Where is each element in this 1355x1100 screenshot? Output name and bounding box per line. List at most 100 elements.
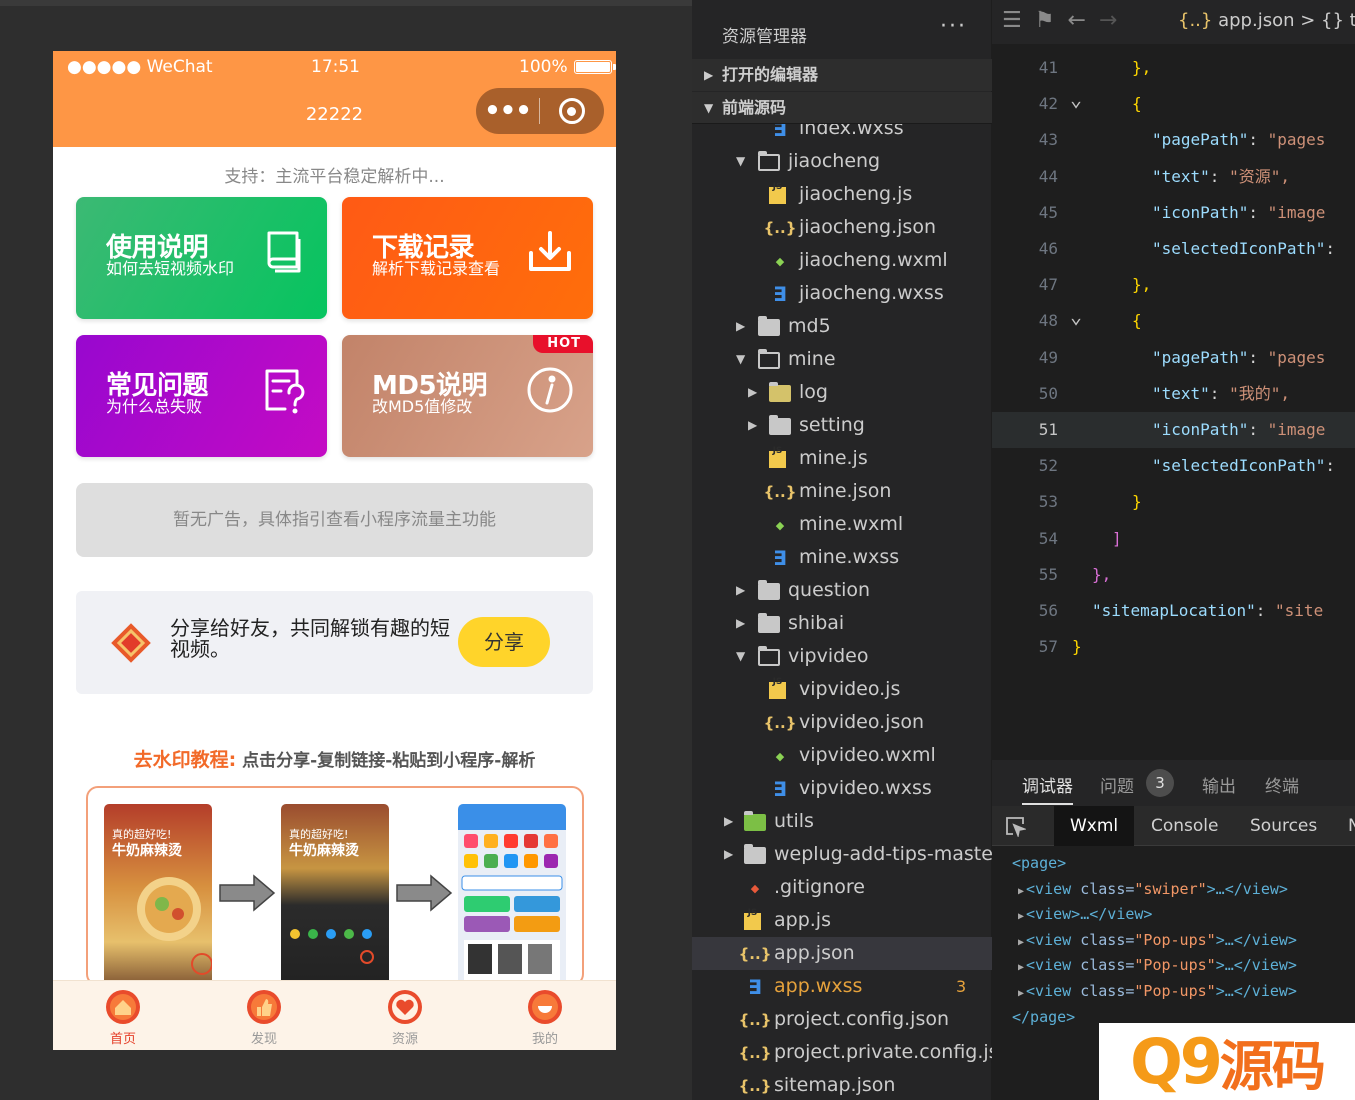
expand-arrow-icon[interactable]: ▶: [1018, 911, 1024, 922]
chevron-down-icon[interactable]: ▼: [736, 343, 745, 376]
tree-item[interactable]: ▼ jiaocheng: [692, 145, 992, 178]
code-line[interactable]: 57}: [992, 629, 1355, 665]
code-line[interactable]: 50 "text": "我的",: [992, 376, 1355, 412]
tree-item[interactable]: JS vipvideo.js: [692, 673, 992, 706]
code-line[interactable]: 42 ⌄ {: [992, 86, 1355, 122]
tab-discover[interactable]: 发现: [224, 987, 304, 1047]
chevron-down-icon[interactable]: ▼: [736, 145, 745, 178]
wxml-node[interactable]: ▶ <view class="Pop-ups">…</view>: [1018, 927, 1297, 953]
chevron-right-icon[interactable]: ▶: [724, 838, 733, 871]
tree-item[interactable]: ∃ app.wxss 3: [692, 970, 992, 1003]
more-actions-button[interactable]: ···: [940, 14, 967, 39]
tree-item[interactable]: ▶ utils: [692, 805, 992, 838]
tree-item[interactable]: ▶ setting: [692, 409, 992, 442]
bookmark-icon[interactable]: ⚑: [1035, 8, 1068, 33]
share-button[interactable]: 分享: [458, 617, 550, 667]
subtab-console[interactable]: Console: [1135, 806, 1235, 846]
tab-output[interactable]: 输出: [1202, 772, 1236, 797]
tab-problems[interactable]: 问题: [1100, 772, 1134, 797]
card-subtitle: 改MD5值修改: [372, 397, 473, 416]
wxml-node[interactable]: ▶ <view class="Pop-ups">…</view>: [1018, 978, 1297, 1004]
tree-item[interactable]: ∃ mine.wxss: [692, 541, 992, 574]
tree-item[interactable]: JS mine.js: [692, 442, 992, 475]
chevron-right-icon[interactable]: ▶: [748, 409, 757, 442]
code-line[interactable]: 43 "pagePath": "pages: [992, 122, 1355, 158]
tree-item[interactable]: {..} project.config.json: [692, 1003, 992, 1036]
wxml-node[interactable]: ▶ <view class="Pop-ups">…</view>: [1018, 952, 1297, 978]
tree-item[interactable]: ∃ jiaocheng.wxss: [692, 277, 992, 310]
card-md5-info[interactable]: HOT MD5说明 改MD5值修改: [342, 335, 593, 457]
card-download-history[interactable]: 下载记录 解析下载记录查看: [342, 197, 593, 319]
close-miniprogram-button[interactable]: [540, 98, 603, 124]
forward-icon[interactable]: →: [1099, 8, 1130, 33]
tree-item[interactable]: {..} jiaocheng.json: [692, 211, 992, 244]
code-line[interactable]: 55},: [992, 557, 1355, 593]
expand-arrow-icon[interactable]: ▶: [1018, 962, 1024, 973]
fold-chevron-icon[interactable]: ⌄: [1070, 303, 1082, 329]
tree-item[interactable]: {..}project.private.config.js...: [692, 1036, 992, 1069]
more-menu-button[interactable]: •••: [476, 88, 539, 134]
fold-chevron-icon[interactable]: ⌄: [1070, 86, 1082, 112]
tree-item[interactable]: {..} sitemap.json: [692, 1069, 992, 1100]
chevron-right-icon[interactable]: ▶: [748, 376, 757, 409]
tree-item[interactable]: ▶ shibai: [692, 607, 992, 640]
code-line[interactable]: 51 "iconPath": "image: [992, 412, 1355, 448]
tab-terminal[interactable]: 终端: [1265, 772, 1299, 797]
card-faq[interactable]: 常见问题 为什么总失败: [76, 335, 327, 457]
tab-home[interactable]: 首页: [83, 987, 163, 1047]
subtab-sources[interactable]: Sources: [1234, 806, 1333, 846]
inspect-element-icon[interactable]: [1004, 815, 1026, 837]
code-line[interactable]: 47},: [992, 267, 1355, 303]
tree-item[interactable]: ◆ jiaocheng.wxml: [692, 244, 992, 277]
code-line[interactable]: 45 "iconPath": "image: [992, 195, 1355, 231]
tree-item[interactable]: ▶ question: [692, 574, 992, 607]
subtab-wxml[interactable]: Wxml: [1054, 806, 1135, 846]
code-line[interactable]: 41},: [992, 50, 1355, 86]
tree-item[interactable]: JS jiaocheng.js: [692, 178, 992, 211]
wxml-node[interactable]: </page>: [1012, 1004, 1075, 1030]
code-line[interactable]: 56 "sitemapLocation": "site: [992, 593, 1355, 629]
code-line[interactable]: 44 "text": "资源",: [992, 159, 1355, 195]
tree-item[interactable]: {..} vipvideo.json: [692, 706, 992, 739]
expand-arrow-icon[interactable]: ▶: [1018, 937, 1024, 948]
chevron-down-icon[interactable]: ▼: [736, 640, 745, 673]
code-line[interactable]: 54]: [992, 521, 1355, 557]
expand-arrow-icon[interactable]: ▶: [1018, 988, 1024, 999]
code-line[interactable]: 48 ⌄ {: [992, 303, 1355, 339]
tree-item[interactable]: JS app.js: [692, 904, 992, 937]
tree-item[interactable]: ▼ vipvideo: [692, 640, 992, 673]
tree-item[interactable]: {..} app.json: [692, 937, 992, 970]
tree-item[interactable]: {..} mine.json: [692, 475, 992, 508]
chevron-right-icon[interactable]: ▶: [736, 310, 745, 343]
tree-item[interactable]: ∃ vipvideo.wxss: [692, 772, 992, 805]
chevron-right-icon[interactable]: ▶: [736, 607, 745, 640]
code-line[interactable]: 53}: [992, 484, 1355, 520]
tab-debugger[interactable]: 调试器: [1022, 772, 1073, 805]
tab-mine[interactable]: 我的: [505, 987, 585, 1047]
wxml-node[interactable]: ▶ <view class="swiper">…</view>: [1018, 876, 1288, 902]
section-open-editors[interactable]: ▶ 打开的编辑器: [692, 59, 992, 91]
tree-item[interactable]: ▶ log: [692, 376, 992, 409]
chevron-right-icon[interactable]: ▶: [736, 574, 745, 607]
tree-item[interactable]: ◆ vipvideo.wxml: [692, 739, 992, 772]
code-line[interactable]: 52 "selectedIconPath":: [992, 448, 1355, 484]
chevron-right-icon[interactable]: ▶: [724, 805, 733, 838]
subtab-more[interactable]: N: [1332, 806, 1355, 846]
back-icon[interactable]: ←: [1067, 8, 1098, 33]
tree-item[interactable]: ◆ mine.wxml: [692, 508, 992, 541]
list-icon[interactable]: ☰: [1002, 8, 1035, 33]
section-project-root[interactable]: ▼ 前端源码: [692, 92, 992, 124]
expand-arrow-icon[interactable]: ▶: [1018, 886, 1024, 897]
breadcrumb[interactable]: {..} app.json > {} ta: [1178, 10, 1355, 31]
home-icon: [106, 990, 140, 1024]
tree-item[interactable]: ◆ .gitignore: [692, 871, 992, 904]
wxml-node[interactable]: <page>: [1012, 850, 1066, 876]
code-line[interactable]: 46 "selectedIconPath":: [992, 231, 1355, 267]
card-usage-guide[interactable]: 使用说明 如何去短视频水印: [76, 197, 327, 319]
tab-resources[interactable]: 资源: [365, 987, 445, 1047]
tree-item[interactable]: ▶ md5: [692, 310, 992, 343]
tree-item[interactable]: ▼ mine: [692, 343, 992, 376]
code-line[interactable]: 49 "pagePath": "pages: [992, 340, 1355, 376]
wxml-node[interactable]: ▶ <view>…</view>: [1018, 901, 1152, 927]
tree-item[interactable]: ▶ weplug-add-tips-master: [692, 838, 992, 871]
